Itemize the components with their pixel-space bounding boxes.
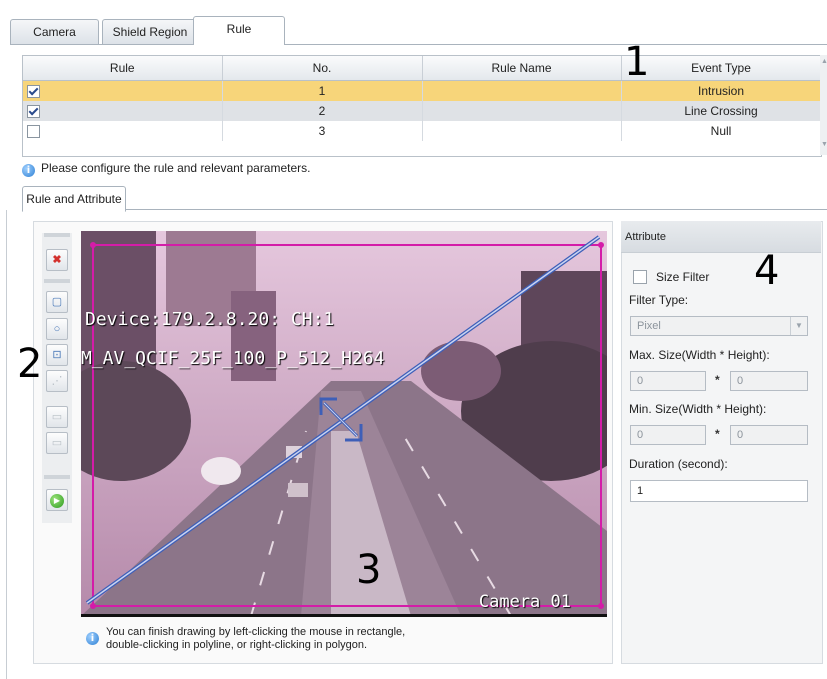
video-preview[interactable]: Device:179.2.8.20: CH:1 M_AV_QCIF_25F_10… <box>81 231 607 616</box>
drawing-toolbar: ✖ ▢ ○ ⊡ ⋰ ▭ ▭ ▶ <box>42 233 72 523</box>
configure-hint-text: Please configure the rule and relevant p… <box>41 161 311 175</box>
size-filter-checkbox[interactable] <box>633 270 647 284</box>
tab-shield-region[interactable]: Shield Region <box>102 19 198 44</box>
info-icon: i <box>22 164 35 177</box>
drawing-hint-line2: double-clicking in polyline, or right-cl… <box>106 639 368 651</box>
video-bottom-border <box>81 614 607 617</box>
attribute-header: Attribute <box>621 221 821 253</box>
column-header-rule-name[interactable]: Rule Name <box>422 56 622 81</box>
info-icon: i <box>86 632 99 645</box>
column-header-rule[interactable]: Rule <box>23 56 223 81</box>
min-size-multiply: * <box>715 427 720 441</box>
column-header-event-type[interactable]: Event Type <box>621 56 821 81</box>
marker-2: 2 <box>17 341 43 387</box>
max-size-multiply: * <box>715 373 720 387</box>
scroll-up-arrow-icon[interactable]: ▲ <box>821 58 827 65</box>
max-width-field[interactable]: 0 <box>630 371 706 391</box>
rule-checkbox[interactable] <box>27 105 40 119</box>
rule-name-cell[interactable] <box>422 101 622 121</box>
rule-no-cell: 1 <box>222 80 423 101</box>
filter-type-label: Filter Type: <box>629 293 689 307</box>
toolbar-separator <box>44 233 70 237</box>
tab-strip: Camera Shield Region Rule <box>10 16 827 45</box>
rectangle-icon[interactable]: ▢ <box>46 291 68 313</box>
copy-icon[interactable]: ▭ <box>46 406 68 428</box>
rule-checkbox-cell <box>23 121 223 141</box>
delete-icon[interactable]: ✖ <box>46 249 68 271</box>
filter-type-select[interactable]: Pixel ▼ <box>630 316 808 336</box>
tab-rule[interactable]: Rule <box>193 16 285 45</box>
video-scene <box>81 231 607 616</box>
search-icon[interactable]: ○ <box>46 318 68 340</box>
rule-no-cell: 2 <box>222 101 423 121</box>
rule-checkbox-cell <box>23 101 223 121</box>
min-size-label: Min. Size(Width * Height): <box>629 402 767 416</box>
event-type-cell[interactable]: Intrusion <box>621 80 821 101</box>
osd-stream-text: M_AV_QCIF_25F_100_P_512_H264 <box>81 348 385 369</box>
rule-checkbox[interactable] <box>27 125 40 139</box>
drawing-hint-line1: You can finish drawing by left-clicking … <box>106 626 406 638</box>
rule-checkbox-cell <box>23 80 223 101</box>
paste-icon[interactable]: ▭ <box>46 432 68 454</box>
drawing-hint: i You can finish drawing by left-clickin… <box>86 626 506 652</box>
rule-name-cell[interactable] <box>422 121 622 141</box>
duration-label: Duration (second): <box>629 457 728 471</box>
polyline-icon[interactable]: ⋰ <box>46 370 68 392</box>
osd-camera-text: Camera 01 <box>478 592 571 612</box>
toolbar-separator <box>44 279 70 283</box>
marker-3: 3 <box>356 547 382 593</box>
marker-4: 4 <box>754 248 780 294</box>
filter-type-value: Pixel <box>637 320 661 332</box>
outer-frame <box>6 210 7 679</box>
subtab-divider <box>22 209 827 210</box>
marker-1: 1 <box>624 39 650 85</box>
target-icon[interactable]: ⊡ <box>46 344 68 366</box>
scroll-down-arrow-icon[interactable]: ▼ <box>821 141 827 148</box>
toolbar-separator <box>44 475 70 479</box>
size-filter-label: Size Filter <box>656 270 710 284</box>
osd-device-text: Device:179.2.8.20: CH:1 <box>85 309 335 330</box>
table-row[interactable]: 1 Intrusion <box>23 80 821 101</box>
table-row[interactable]: 3 Null <box>23 121 821 141</box>
max-size-label: Max. Size(Width * Height): <box>629 348 770 362</box>
play-icon[interactable]: ▶ <box>46 489 68 511</box>
column-header-no[interactable]: No. <box>222 56 423 81</box>
event-type-cell[interactable]: Null <box>621 121 821 141</box>
rules-table: Rule No. Rule Name Event Type 1 Intrusio… <box>22 55 822 157</box>
tab-camera[interactable]: Camera <box>10 19 99 44</box>
event-type-cell[interactable]: Line Crossing <box>621 101 821 121</box>
min-width-field[interactable]: 0 <box>630 425 706 445</box>
rule-no-cell: 3 <box>222 121 423 141</box>
table-row[interactable]: 2 Line Crossing <box>23 101 821 121</box>
tab-rule-and-attribute[interactable]: Rule and Attribute <box>22 186 126 212</box>
table-scrollbar[interactable] <box>820 55 827 155</box>
max-height-field[interactable]: 0 <box>730 371 808 391</box>
min-height-field[interactable]: 0 <box>730 425 808 445</box>
configure-hint: i Please configure the rule and relevant … <box>22 161 311 177</box>
rule-name-cell[interactable] <box>422 80 622 101</box>
chevron-down-icon: ▼ <box>790 317 807 335</box>
duration-field[interactable]: 1 <box>630 480 808 502</box>
rule-checkbox[interactable] <box>27 85 40 99</box>
